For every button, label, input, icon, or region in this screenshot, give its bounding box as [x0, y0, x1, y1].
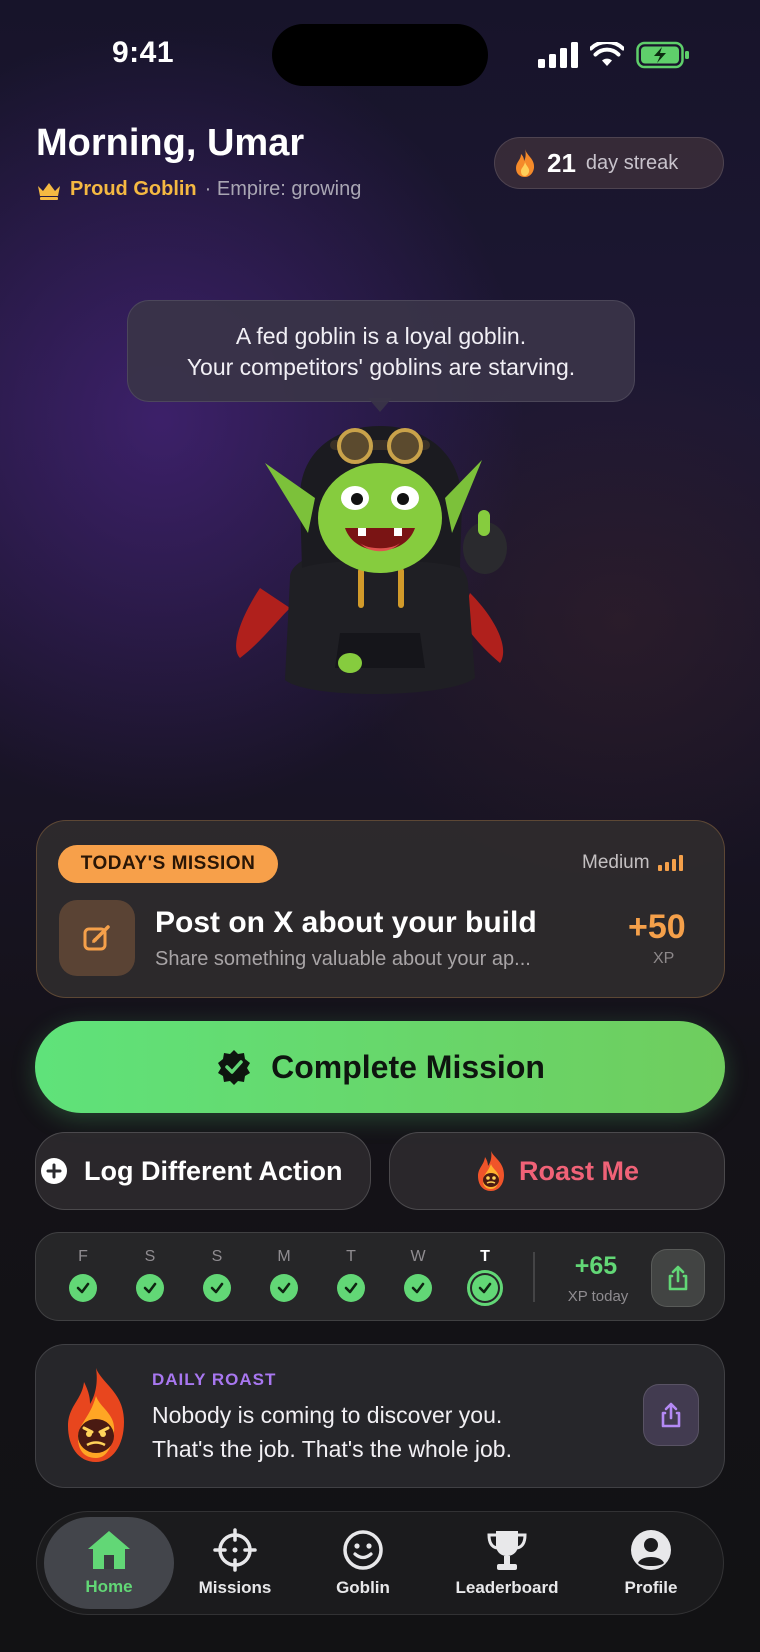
nav-goblin-label: Goblin	[336, 1578, 390, 1597]
nav-profile[interactable]: Profile	[601, 1517, 701, 1609]
edit-icon	[83, 925, 110, 951]
streak-count: 21	[547, 147, 576, 178]
mission-title: Post on X about your build	[155, 906, 537, 939]
plus-circle-icon	[41, 1158, 67, 1184]
nav-home-label: Home	[85, 1577, 133, 1596]
day-letter: W	[410, 1248, 426, 1265]
day-tuesday: T	[331, 1248, 371, 1302]
fire-mascot-icon	[68, 1368, 124, 1462]
trophy-icon	[487, 1531, 527, 1570]
day-check-icon	[337, 1274, 365, 1302]
rank-label: Proud Goblin	[70, 178, 197, 200]
day-letter: S	[144, 1248, 156, 1265]
log-different-action-label: Log Different Action	[84, 1155, 343, 1186]
verified-badge-icon	[218, 1050, 251, 1085]
log-different-action-button[interactable]: Log Different Action	[35, 1132, 371, 1210]
day-letter: T	[346, 1248, 356, 1265]
crown-icon	[38, 182, 60, 200]
nav-leaderboard[interactable]: Leaderboard	[440, 1517, 574, 1609]
day-check-icon	[270, 1274, 298, 1302]
streak-label: day streak	[585, 151, 679, 174]
tracker-divider	[533, 1252, 535, 1302]
day-check-icon	[203, 1274, 231, 1302]
today-check-icon	[467, 1270, 503, 1306]
mission-xp-value: +50	[628, 908, 686, 946]
share-icon	[668, 1265, 688, 1291]
day-friday: F	[63, 1248, 103, 1302]
bubble-line-2: Your competitors' goblins are starving.	[186, 354, 576, 380]
xp-today-value: +65	[574, 1252, 618, 1280]
complete-mission-label: Complete Mission	[271, 1048, 545, 1085]
fire-face-icon	[477, 1151, 504, 1191]
status-icons	[538, 40, 690, 70]
day-letter: T	[480, 1248, 490, 1265]
bubble-line-1: A fed goblin is a loyal goblin.	[235, 323, 527, 349]
smiley-icon	[343, 1530, 383, 1570]
bubble-tail	[368, 398, 392, 412]
day-check-icon	[136, 1274, 164, 1302]
day-thursday-today: T	[465, 1248, 505, 1306]
mission-xp-label: XP	[653, 950, 675, 967]
daily-roast-text: Nobody is coming to discover you. That's…	[152, 1398, 512, 1466]
roast-line-2: That's the job. That's the whole job.	[152, 1436, 512, 1462]
roast-me-label: Roast Me	[518, 1155, 640, 1186]
wifi-icon	[590, 42, 624, 66]
nav-goblin[interactable]: Goblin	[313, 1517, 413, 1609]
nav-missions[interactable]: Missions	[185, 1517, 285, 1609]
share-progress-button[interactable]	[651, 1249, 705, 1307]
nav-missions-label: Missions	[198, 1578, 272, 1597]
home-icon	[88, 1531, 130, 1569]
day-monday: M	[264, 1248, 304, 1302]
crosshair-icon	[213, 1528, 257, 1572]
xp-today-label: XP today	[567, 1288, 629, 1305]
status-time: 9:41	[112, 36, 175, 69]
day-check-icon	[404, 1274, 432, 1302]
profile-icon	[631, 1530, 671, 1570]
daily-roast-kicker: DAILY ROAST	[152, 1370, 277, 1389]
flame-icon	[516, 149, 535, 177]
roast-line-1: Nobody is coming to discover you.	[152, 1402, 503, 1428]
difficulty-bars-icon	[657, 855, 683, 871]
day-letter: F	[78, 1248, 88, 1265]
day-letter: M	[277, 1248, 291, 1265]
mission-description: Share something valuable about your ap..…	[155, 948, 531, 970]
cellular-signal-icon	[538, 42, 578, 68]
mission-tag: TODAY'S MISSION	[58, 845, 278, 883]
nav-leaderboard-label: Leaderboard	[455, 1578, 559, 1597]
rank-line: Proud Goblin · Empire: growing	[36, 178, 361, 201]
day-saturday: S	[130, 1248, 170, 1302]
difficulty-label: Medium	[582, 852, 650, 873]
streak-badge[interactable]: 21 day streak	[494, 137, 724, 189]
share-roast-button[interactable]	[643, 1384, 699, 1446]
nav-profile-label: Profile	[624, 1578, 678, 1597]
goblin-speech-bubble: A fed goblin is a loyal goblin. Your com…	[127, 300, 635, 402]
goblin-mascot[interactable]	[220, 418, 540, 708]
day-check-icon	[69, 1274, 97, 1302]
empire-status: · Empire: growing	[204, 178, 362, 200]
nav-home[interactable]: Home	[44, 1517, 174, 1609]
roast-me-button[interactable]: Roast Me	[389, 1132, 725, 1210]
day-sunday: S	[197, 1248, 237, 1302]
share-icon	[661, 1402, 681, 1428]
mission-type-icon-box	[59, 900, 135, 976]
dynamic-island	[272, 24, 488, 86]
complete-mission-button[interactable]: Complete Mission	[35, 1021, 725, 1113]
battery-charging-icon	[636, 41, 689, 69]
difficulty-indicator: Medium	[582, 852, 684, 874]
day-letter: S	[211, 1248, 223, 1265]
greeting-title: Morning, Umar	[36, 122, 305, 164]
day-wednesday: W	[398, 1248, 438, 1302]
